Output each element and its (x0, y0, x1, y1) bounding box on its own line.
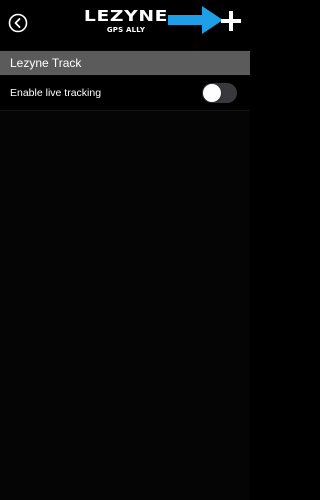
row-divider (0, 110, 250, 111)
add-button[interactable] (220, 10, 242, 32)
live-tracking-toggle[interactable] (202, 83, 237, 103)
top-bar: LEZYNE GPS ALLY (0, 0, 250, 50)
section-header: Lezyne Track (0, 51, 250, 75)
logo-wordmark: LEZYNE (83, 7, 169, 25)
logo-subtitle: GPS ALLY (106, 26, 146, 34)
app-screen: LEZYNE GPS ALLY Lezyne Track Enable live… (0, 0, 250, 500)
toggle-knob (203, 84, 221, 102)
section-title: Lezyne Track (10, 56, 82, 70)
plus-icon (221, 11, 241, 31)
live-tracking-label: Enable live tracking (10, 87, 102, 99)
back-button[interactable] (8, 13, 28, 33)
chevron-left-circle-icon (8, 13, 28, 33)
lezyne-logo: LEZYNE GPS ALLY (84, 9, 168, 37)
arrow-right-icon (168, 6, 223, 34)
